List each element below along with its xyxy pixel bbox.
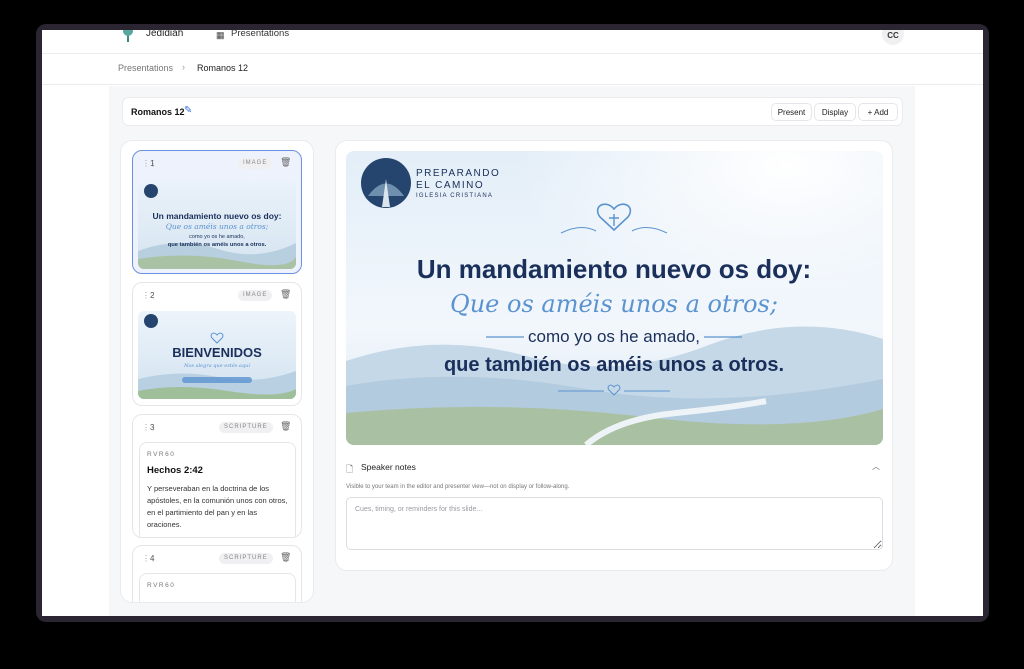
scripture-preview: RVR60 (139, 573, 296, 602)
speaker-notes-input[interactable] (346, 497, 883, 550)
scripture-preview: RVR60 Hechos 2:42 Y perseveraban en la d… (139, 442, 296, 537)
note-icon: 🗋 (346, 464, 354, 474)
trash-icon[interactable]: 🗑 (280, 289, 291, 300)
svg-text:como yo os he amado,: como yo os he amado, (189, 234, 245, 240)
trash-icon[interactable]: 🗑 (280, 157, 291, 168)
app-window: Jedidiah ▦ Presentations CC Presentation… (42, 30, 983, 616)
svg-text:BIENVENIDOS: BIENVENIDOS (172, 345, 262, 360)
presentation-toolbar: Romanos 12 ✎ Present Display + Add (122, 97, 903, 126)
user-avatar[interactable]: CC (882, 30, 904, 45)
slide-card-1[interactable]: ⋮⋮ 1 IMAGE 🗑 Un mandamiento nuevo os doy… (132, 150, 302, 274)
trash-icon[interactable]: 🗑 (280, 421, 291, 432)
svg-text:Que os améis unos a otros;: Que os améis unos a otros; (166, 222, 269, 231)
slide-card-3[interactable]: ⋮⋮ 3 SCRIPTURE 🗑 RVR60 Hechos 2:42 Y per… (132, 414, 302, 538)
speaker-notes-title: Speaker notes (361, 462, 416, 472)
top-navigation: Jedidiah ▦ Presentations CC (42, 30, 983, 54)
grid-icon: ▦ (216, 30, 225, 40)
speaker-notes-help: Visible to your team in the editor and p… (346, 484, 570, 490)
slide-line-2: Que os améis unos a otros; (450, 290, 778, 318)
presentation-title: Romanos 12 (131, 107, 185, 117)
scripture-reference: Hechos 2:42 (147, 465, 203, 476)
slide-number: 4 (150, 554, 155, 563)
bible-version: RVR60 (147, 451, 176, 458)
slide-type-badge: SCRIPTURE (219, 422, 273, 433)
present-button[interactable]: Present (771, 103, 812, 121)
scripture-text: Y perseveraban en la doctrina de los apó… (147, 484, 288, 529)
slide-card-4[interactable]: ⋮⋮ 4 SCRIPTURE 🗑 RVR60 (132, 545, 302, 602)
svg-text:Un mandamiento nuevo os doy:: Un mandamiento nuevo os doy: (153, 211, 282, 221)
svg-text:Nos alegra que estés aquí: Nos alegra que estés aquí (183, 362, 251, 369)
church-name-line3: IGLESIA CRISTIANA (416, 193, 493, 199)
slide-thumbnail: Un mandamiento nuevo os doy: Que os améi… (138, 181, 296, 269)
slide-type-badge: SCRIPTURE (219, 553, 273, 564)
breadcrumb-current: Romanos 12 (197, 63, 249, 73)
slide-line-3: como yo os he amado, (528, 327, 700, 346)
church-name-line1: PREPARANDO (416, 168, 500, 179)
main-slide-preview[interactable]: PREPARANDO EL CAMINO IGLESIA CRISTIANA U… (346, 151, 883, 445)
slide-number: 2 (150, 291, 155, 300)
bible-version: RVR60 (147, 582, 176, 589)
svg-text:que también os améis unos a ot: que también os améis unos a otros. (168, 242, 267, 248)
slide-number: 3 (150, 423, 155, 432)
chevron-right-icon: › (182, 62, 185, 72)
slide-number: 1 (150, 159, 155, 168)
breadcrumb: Presentations › Romanos 12 (42, 54, 983, 85)
slide-card-2[interactable]: ⋮⋮ 2 IMAGE 🗑 BIENVENIDOS Nos alegra que … (132, 282, 302, 406)
display-button[interactable]: Display (814, 103, 856, 121)
church-name-line2: EL CAMINO (416, 180, 484, 191)
slide-line-1: Un mandamiento nuevo os doy: (417, 254, 811, 284)
slide-type-badge: IMAGE (238, 158, 273, 169)
brand-logo-icon[interactable] (120, 30, 136, 42)
editor-workspace: Romanos 12 ✎ Present Display + Add ⋮⋮ 1 … (109, 86, 915, 616)
slide-editor: PREPARANDO EL CAMINO IGLESIA CRISTIANA U… (335, 140, 893, 571)
slide-line-4: que también os améis unos a otros. (444, 354, 784, 376)
breadcrumb-presentations-link[interactable]: Presentations (118, 63, 173, 73)
edit-title-icon[interactable]: ✎ (184, 105, 192, 116)
slide-thumbnail: BIENVENIDOS Nos alegra que estés aquí (138, 311, 296, 399)
slide-list[interactable]: ⋮⋮ 1 IMAGE 🗑 Un mandamiento nuevo os doy… (120, 140, 314, 603)
trash-icon[interactable]: 🗑 (280, 552, 291, 563)
brand-name[interactable]: Jedidiah (146, 30, 183, 39)
chevron-up-icon[interactable]: ︿ (872, 461, 880, 472)
nav-presentations-link[interactable]: Presentations (231, 30, 289, 39)
add-slide-button[interactable]: + Add (858, 103, 898, 121)
slide-type-badge: IMAGE (238, 290, 273, 301)
speaker-notes-header[interactable]: 🗋 Speaker notes ︿ (346, 456, 883, 480)
